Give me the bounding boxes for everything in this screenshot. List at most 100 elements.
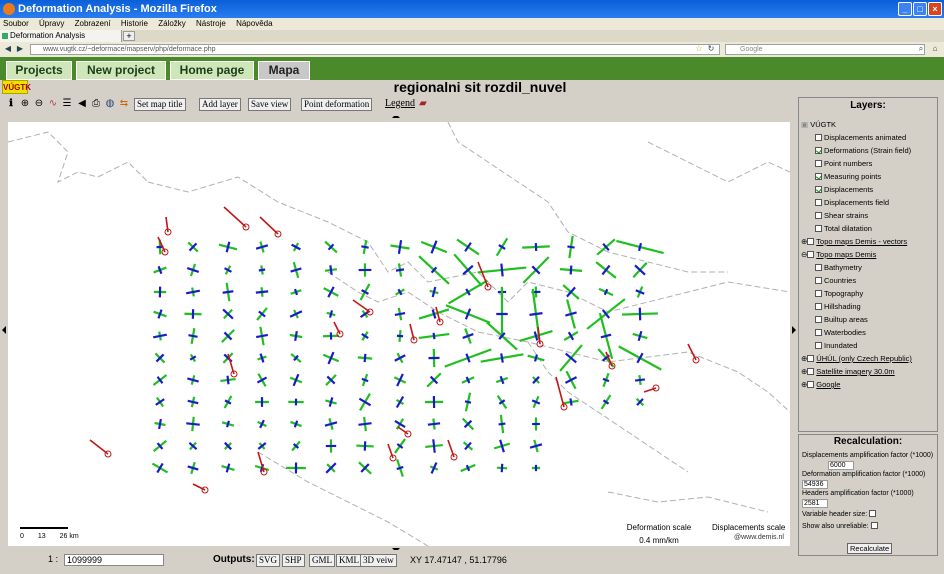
topo-layer-item[interactable]: Topography bbox=[815, 289, 863, 298]
print-icon[interactable]: ⎙ bbox=[91, 99, 101, 109]
disp-factor-input[interactable]: 6000 bbox=[828, 461, 854, 470]
layer-item[interactable]: Deformations (Strain field) bbox=[815, 146, 911, 155]
layer-checkbox[interactable] bbox=[815, 303, 822, 310]
recalculate-button[interactable]: Recalculate bbox=[847, 543, 893, 554]
topo-layer-item[interactable]: Hillshading bbox=[815, 302, 861, 311]
layer-checkbox[interactable] bbox=[815, 160, 822, 167]
layer-checkbox[interactable] bbox=[815, 173, 822, 180]
strain-cross bbox=[395, 395, 405, 409]
tab-projects[interactable]: Projects bbox=[6, 61, 72, 80]
strain-compression-axis bbox=[294, 331, 298, 341]
layer-checkbox[interactable] bbox=[815, 264, 822, 271]
tab-home-page[interactable]: Home page bbox=[170, 61, 254, 80]
topo-layer-item[interactable]: Bathymetry bbox=[815, 263, 862, 272]
layer-item[interactable]: Displacements animated bbox=[815, 133, 906, 142]
add-layer-button[interactable]: Add layer bbox=[199, 98, 241, 111]
layer-checkbox[interactable] bbox=[807, 238, 815, 245]
variable-header-checkbox[interactable] bbox=[869, 510, 877, 517]
output-3d-view-button[interactable]: 3D veiw bbox=[360, 554, 397, 567]
menu-bar: Soubor Úpravy Zobrazení Historie Záložky… bbox=[0, 18, 944, 30]
output-gml-button[interactable]: GML bbox=[309, 554, 335, 567]
back-icon[interactable]: ◀ bbox=[3, 44, 13, 54]
topo-layer-item[interactable]: Countries bbox=[815, 276, 856, 285]
menu-edit[interactable]: Úpravy bbox=[39, 19, 64, 28]
bookmark-star-icon[interactable]: ☆ bbox=[694, 44, 704, 54]
strain-compression-axis bbox=[225, 241, 231, 253]
layer-topo[interactable]: ⊖ Topo maps Demis bbox=[801, 250, 876, 259]
layer-satellite[interactable]: ⊕ Satellite imagery 30.0m bbox=[801, 367, 895, 376]
layer-checkbox[interactable] bbox=[815, 225, 822, 232]
layer-checkbox[interactable] bbox=[815, 134, 822, 141]
tab-mapa[interactable]: Mapa bbox=[258, 61, 310, 80]
layer-checkbox[interactable] bbox=[815, 147, 822, 154]
layer-item[interactable]: Shear strains bbox=[815, 211, 868, 220]
layer-checkbox[interactable] bbox=[815, 186, 822, 193]
forward-icon[interactable]: ▶ bbox=[15, 44, 25, 54]
topo-layer-item[interactable]: Builtup areas bbox=[815, 315, 868, 324]
layer-uhul[interactable]: ⊕ ÚHÚL (only Czech Republic) bbox=[801, 354, 912, 363]
new-tab-button[interactable]: + bbox=[123, 31, 135, 41]
point-deformation-button[interactable]: Point deformation bbox=[301, 98, 373, 111]
browser-tab[interactable]: Deformation Analysis bbox=[0, 30, 122, 42]
layer-checkbox[interactable] bbox=[815, 212, 822, 219]
layer-item[interactable]: Displacements field bbox=[815, 198, 889, 207]
pan-icon[interactable]: ☰ bbox=[62, 99, 72, 109]
search-icon[interactable]: ⌕ bbox=[916, 44, 926, 54]
output-svg-button[interactable]: SVG bbox=[256, 554, 281, 567]
layer-checkbox[interactable] bbox=[815, 329, 822, 336]
layer-google[interactable]: ⊕ Google bbox=[801, 380, 840, 389]
search-box[interactable]: Google bbox=[725, 44, 925, 55]
layer-checkbox[interactable] bbox=[807, 368, 815, 375]
head-factor-input[interactable]: 2581 bbox=[802, 499, 828, 508]
layer-checkbox[interactable] bbox=[815, 316, 822, 323]
url-bar[interactable]: www.vugtk.cz/~deformace/mapserv/php/defo… bbox=[30, 44, 720, 55]
minimize-button[interactable]: _ bbox=[898, 2, 912, 16]
info-icon[interactable]: ℹ bbox=[6, 99, 16, 109]
scale-input[interactable]: 1099999 bbox=[64, 554, 164, 566]
globe-icon[interactable]: ◍ bbox=[105, 99, 115, 109]
layer-root-label: VÚGTK bbox=[810, 120, 837, 129]
menu-history[interactable]: Historie bbox=[121, 19, 148, 28]
menu-view[interactable]: Zobrazení bbox=[75, 19, 111, 28]
set-map-title-button[interactable]: Set map title bbox=[134, 98, 186, 111]
legend-link[interactable]: Legend bbox=[385, 98, 415, 109]
reload-icon[interactable]: ↻ bbox=[706, 44, 716, 54]
output-shp-button[interactable]: SHP bbox=[282, 554, 305, 567]
tab-new-project[interactable]: New project bbox=[76, 61, 166, 80]
layer-checkbox[interactable] bbox=[815, 290, 822, 297]
topo-layer-item[interactable]: Inundated bbox=[815, 341, 857, 350]
menu-file[interactable]: Soubor bbox=[3, 19, 29, 28]
layer-item[interactable]: Total dilatation bbox=[815, 224, 872, 233]
menu-help[interactable]: Nápověda bbox=[236, 19, 272, 28]
save-view-button[interactable]: Save view bbox=[248, 98, 292, 111]
menu-bookmarks[interactable]: Záložky bbox=[158, 19, 186, 28]
layer-item[interactable]: Measuring points bbox=[815, 172, 881, 181]
strain-cross bbox=[396, 330, 404, 342]
strain-cross bbox=[563, 331, 579, 341]
zoom-in-icon[interactable]: ⊕ bbox=[20, 99, 30, 109]
layer-checkbox[interactable] bbox=[815, 199, 822, 206]
def-factor-input[interactable]: 54936 bbox=[802, 480, 828, 489]
strain-cross bbox=[496, 463, 508, 473]
layer-checkbox[interactable] bbox=[807, 355, 815, 362]
layer-item[interactable]: Displacements bbox=[815, 185, 873, 194]
maximize-button[interactable]: □ bbox=[913, 2, 927, 16]
layer-checkbox[interactable] bbox=[815, 342, 822, 349]
back-view-icon[interactable]: ◀ bbox=[77, 99, 87, 109]
layer-topo-vectors[interactable]: ⊕ Topo maps Demis - vectors bbox=[801, 237, 907, 246]
output-kml-button[interactable]: KML bbox=[336, 554, 362, 567]
layer-checkbox[interactable] bbox=[815, 277, 822, 284]
close-button[interactable]: × bbox=[928, 2, 942, 16]
measure-icon[interactable]: ∿ bbox=[48, 99, 58, 109]
book-icon[interactable]: ▰ bbox=[418, 99, 428, 109]
menu-tools[interactable]: Nástroje bbox=[196, 19, 226, 28]
home-icon[interactable]: ⌂ bbox=[930, 44, 940, 54]
zoom-out-icon[interactable]: ⊖ bbox=[34, 99, 44, 109]
layer-checkbox[interactable] bbox=[807, 381, 815, 388]
map-canvas[interactable]: 0 13 26 km Deformation scale 0.4 mm/km D… bbox=[7, 121, 791, 547]
refresh-icon[interactable]: ⇆ bbox=[119, 99, 129, 109]
show-unreliable-checkbox[interactable] bbox=[870, 522, 878, 529]
layer-item[interactable]: Point numbers bbox=[815, 159, 872, 168]
topo-layer-item[interactable]: Waterbodies bbox=[815, 328, 866, 337]
layer-checkbox[interactable] bbox=[807, 251, 815, 258]
